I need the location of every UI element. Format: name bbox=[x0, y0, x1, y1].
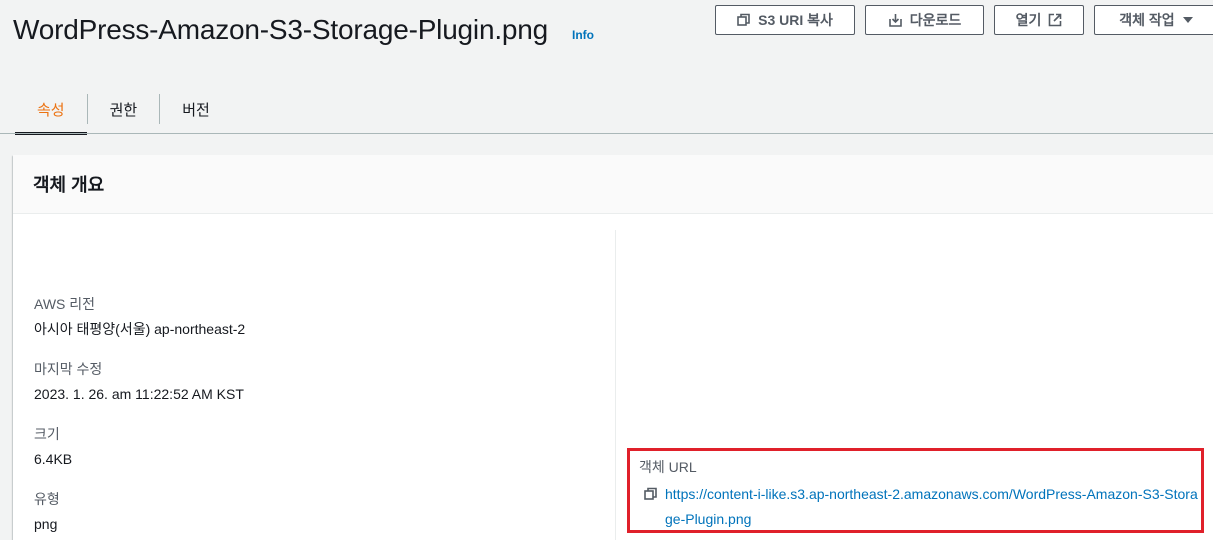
type-label: 유형 bbox=[34, 491, 60, 507]
region-value: 아시아 태평양(서울) ap-northeast-2 bbox=[34, 321, 246, 337]
open-button[interactable]: 열기 bbox=[994, 5, 1084, 35]
copy-icon[interactable] bbox=[644, 485, 658, 506]
tab-versions[interactable]: 버전 bbox=[160, 84, 232, 134]
open-label: 열기 bbox=[1015, 12, 1042, 28]
object-url-row: https://content-i-like.s3.ap-northeast-2… bbox=[644, 485, 1199, 532]
object-actions-label: 객체 작업 bbox=[1119, 12, 1175, 28]
object-url-highlight: 객체 URL https://content-i-like.s3.ap-nort… bbox=[627, 448, 1204, 533]
external-link-icon bbox=[1048, 13, 1062, 27]
column-divider bbox=[615, 230, 616, 540]
download-button[interactable]: 다운로드 bbox=[865, 5, 984, 35]
size-value: 6.4KB bbox=[34, 451, 73, 467]
tab-properties[interactable]: 속성 bbox=[15, 84, 87, 135]
object-url-link[interactable]: https://content-i-like.s3.ap-northeast-2… bbox=[665, 482, 1199, 532]
region-label: AWS 리전 bbox=[34, 296, 96, 312]
object-url-label: 객체 URL bbox=[639, 459, 697, 475]
last-modified-value: 2023. 1. 26. am 11:22:52 AM KST bbox=[34, 386, 244, 402]
caret-down-icon bbox=[1182, 15, 1194, 25]
tab-underline-divider bbox=[0, 133, 1213, 134]
last-modified-label: 마지막 수정 bbox=[34, 361, 103, 377]
panel-header: 객체 개요 bbox=[13, 155, 1213, 214]
info-link[interactable]: Info bbox=[572, 28, 594, 42]
size-label: 크기 bbox=[34, 426, 60, 442]
panel-title: 객체 개요 bbox=[33, 175, 105, 195]
copy-s3-uri-label: S3 URI 복사 bbox=[758, 12, 833, 28]
page-title: WordPress-Amazon-S3-Storage-Plugin.png bbox=[13, 14, 549, 45]
tab-bar: 속성 권한 버전 bbox=[15, 84, 232, 135]
type-field: 유형 png bbox=[34, 489, 60, 534]
region-field: AWS 리전 아시아 태평양(서울) ap-northeast-2 bbox=[34, 294, 245, 339]
object-actions-button[interactable]: 객체 작업 bbox=[1094, 5, 1213, 35]
last-modified-field: 마지막 수정 2023. 1. 26. am 11:22:52 AM KST bbox=[34, 359, 244, 404]
copy-icon bbox=[737, 13, 751, 27]
download-label: 다운로드 bbox=[909, 12, 962, 28]
page-header: WordPress-Amazon-S3-Storage-Plugin.png I… bbox=[0, 0, 1213, 70]
download-icon bbox=[888, 13, 903, 28]
size-field: 크기 6.4KB bbox=[34, 424, 72, 469]
tab-permissions[interactable]: 권한 bbox=[88, 84, 160, 134]
type-value: png bbox=[34, 516, 58, 532]
copy-s3-uri-button[interactable]: S3 URI 복사 bbox=[715, 5, 855, 35]
